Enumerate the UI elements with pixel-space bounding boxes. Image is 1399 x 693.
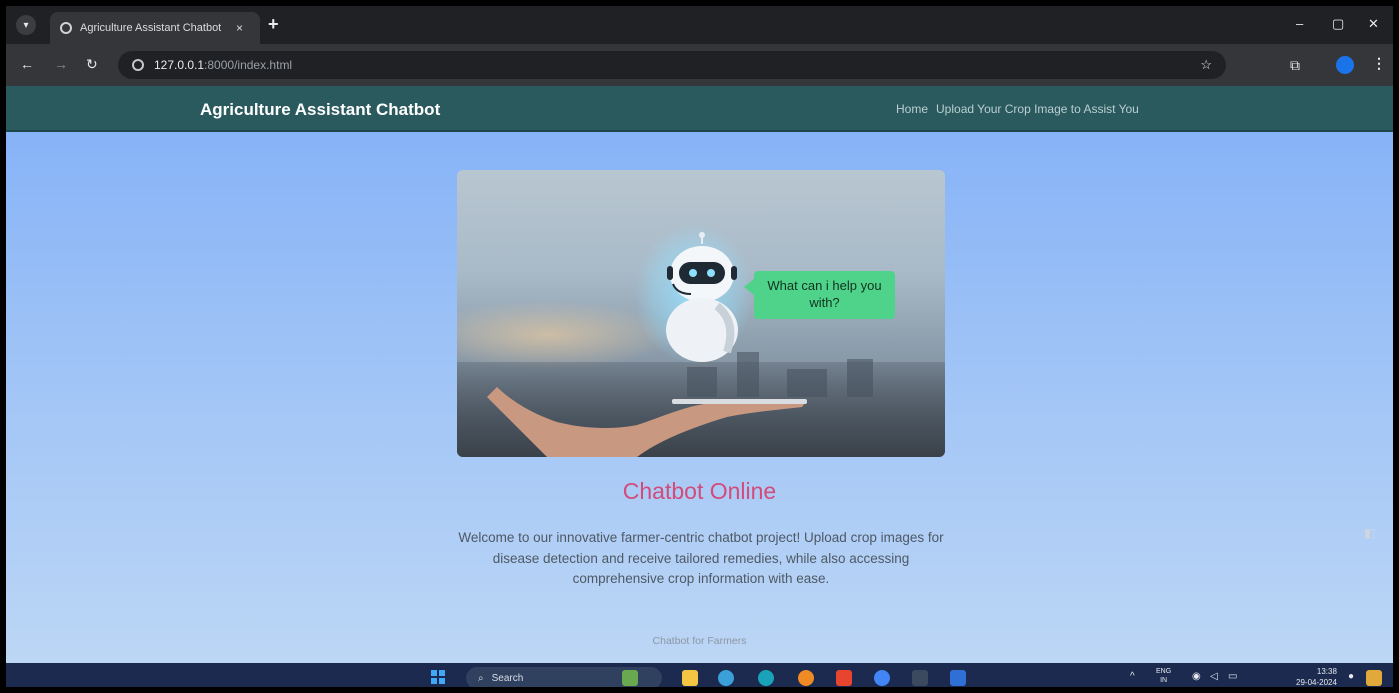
maximize-button[interactable]: ▢	[1332, 16, 1344, 32]
wifi-icon[interactable]: ◉	[1192, 671, 1201, 682]
robot-icon	[666, 232, 738, 362]
brave-icon[interactable]	[836, 670, 852, 686]
address-bar-row: ← → ↻ 127.0.0.1:8000/index.html ☆ ⧉ ⋮	[6, 44, 1393, 86]
page-title: Chatbot Online	[622, 478, 777, 504]
lang-bottom: IN	[1160, 677, 1168, 684]
tab-close-icon[interactable]: ×	[236, 21, 243, 35]
lang-top: ENG	[1156, 668, 1172, 675]
nav-link-home[interactable]: Home	[896, 102, 928, 116]
volume-icon[interactable]: ◁	[1210, 671, 1218, 682]
minimize-button[interactable]: –	[1296, 16, 1303, 31]
terminal-icon[interactable]	[912, 670, 928, 686]
edge-icon[interactable]	[758, 670, 774, 686]
more-menu-icon[interactable]: ⋮	[1372, 55, 1386, 72]
extensions-icon[interactable]: ⧉	[1290, 57, 1300, 74]
file-explorer-icon[interactable]	[682, 670, 698, 686]
url-host: 127.0.0.1	[154, 58, 205, 72]
screen-frame: ▾ Agriculture Assistant Chatbot × + – ▢ …	[0, 0, 1399, 693]
windows-start-icon[interactable]	[431, 670, 445, 684]
paint-icon[interactable]	[718, 670, 734, 686]
nav-link-upload[interactable]: Upload Your Crop Image to Assist You	[936, 102, 1139, 116]
side-panel-handle-icon[interactable]: ◧	[1364, 526, 1375, 540]
hand-holding-tablet	[487, 387, 807, 457]
speech-bubble: What can i help you with?	[744, 271, 895, 319]
back-arrow-icon[interactable]: ←	[20, 56, 34, 72]
reload-icon[interactable]: ↻	[86, 56, 98, 72]
clock-date: 29-04-2024	[1296, 678, 1337, 687]
tab-title: Agriculture Assistant Chatbot	[80, 22, 222, 34]
globe-icon	[60, 22, 72, 34]
search-label: Search	[491, 672, 524, 684]
bookmark-star-icon[interactable]: ☆	[1200, 57, 1212, 73]
taskbar: ⌕ Search ^ ENG IN ◉ ◁ ▭ 13:38 29-04-2024 …	[6, 663, 1393, 687]
url-text[interactable]: 127.0.0.1:8000/index.html	[154, 58, 292, 72]
new-tab-button[interactable]: +	[268, 15, 279, 33]
nav-links: Home Upload Your Crop Image to Assist Yo…	[896, 102, 1139, 116]
site-navbar: Agriculture Assistant Chatbot Home Uploa…	[6, 86, 1393, 132]
widgets-icon[interactable]	[622, 670, 638, 686]
profile-avatar[interactable]	[1336, 56, 1354, 74]
search-icon: ⌕	[478, 672, 484, 684]
chrome-icon[interactable]	[874, 670, 890, 686]
forward-arrow-icon[interactable]: →	[54, 56, 68, 72]
url-bar[interactable]: 127.0.0.1:8000/index.html ☆	[118, 51, 1226, 79]
app-icon[interactable]	[950, 670, 966, 686]
battery-icon[interactable]: ▭	[1228, 671, 1237, 682]
browser-tab-strip: ▾ Agriculture Assistant Chatbot × + – ▢ …	[6, 6, 1393, 44]
tab-search-icon[interactable]: ▾	[16, 15, 36, 35]
web-page: Agriculture Assistant Chatbot Home Uploa…	[6, 86, 1393, 663]
language-indicator[interactable]: ENG IN	[1156, 667, 1171, 685]
notification-bell-icon[interactable]: ●	[1348, 671, 1354, 682]
footer-text: Chatbot for Farmers	[652, 635, 747, 647]
description-text: Welcome to our innovative farmer-centric…	[458, 530, 944, 586]
clock[interactable]: 13:38 29-04-2024	[1296, 666, 1337, 687]
site-info-icon[interactable]	[132, 59, 144, 71]
site-brand[interactable]: Agriculture Assistant Chatbot	[200, 100, 440, 120]
hero-image: What can i help you with?	[457, 170, 945, 457]
close-window-button[interactable]: ✕	[1368, 16, 1379, 32]
clock-time: 13:38	[1316, 667, 1337, 676]
copilot-icon[interactable]	[1366, 670, 1382, 686]
url-path: :8000/index.html	[204, 58, 293, 72]
firefox-icon[interactable]	[798, 670, 814, 686]
browser-tab[interactable]: Agriculture Assistant Chatbot ×	[50, 12, 260, 44]
tray-chevron-icon[interactable]: ^	[1130, 671, 1135, 682]
